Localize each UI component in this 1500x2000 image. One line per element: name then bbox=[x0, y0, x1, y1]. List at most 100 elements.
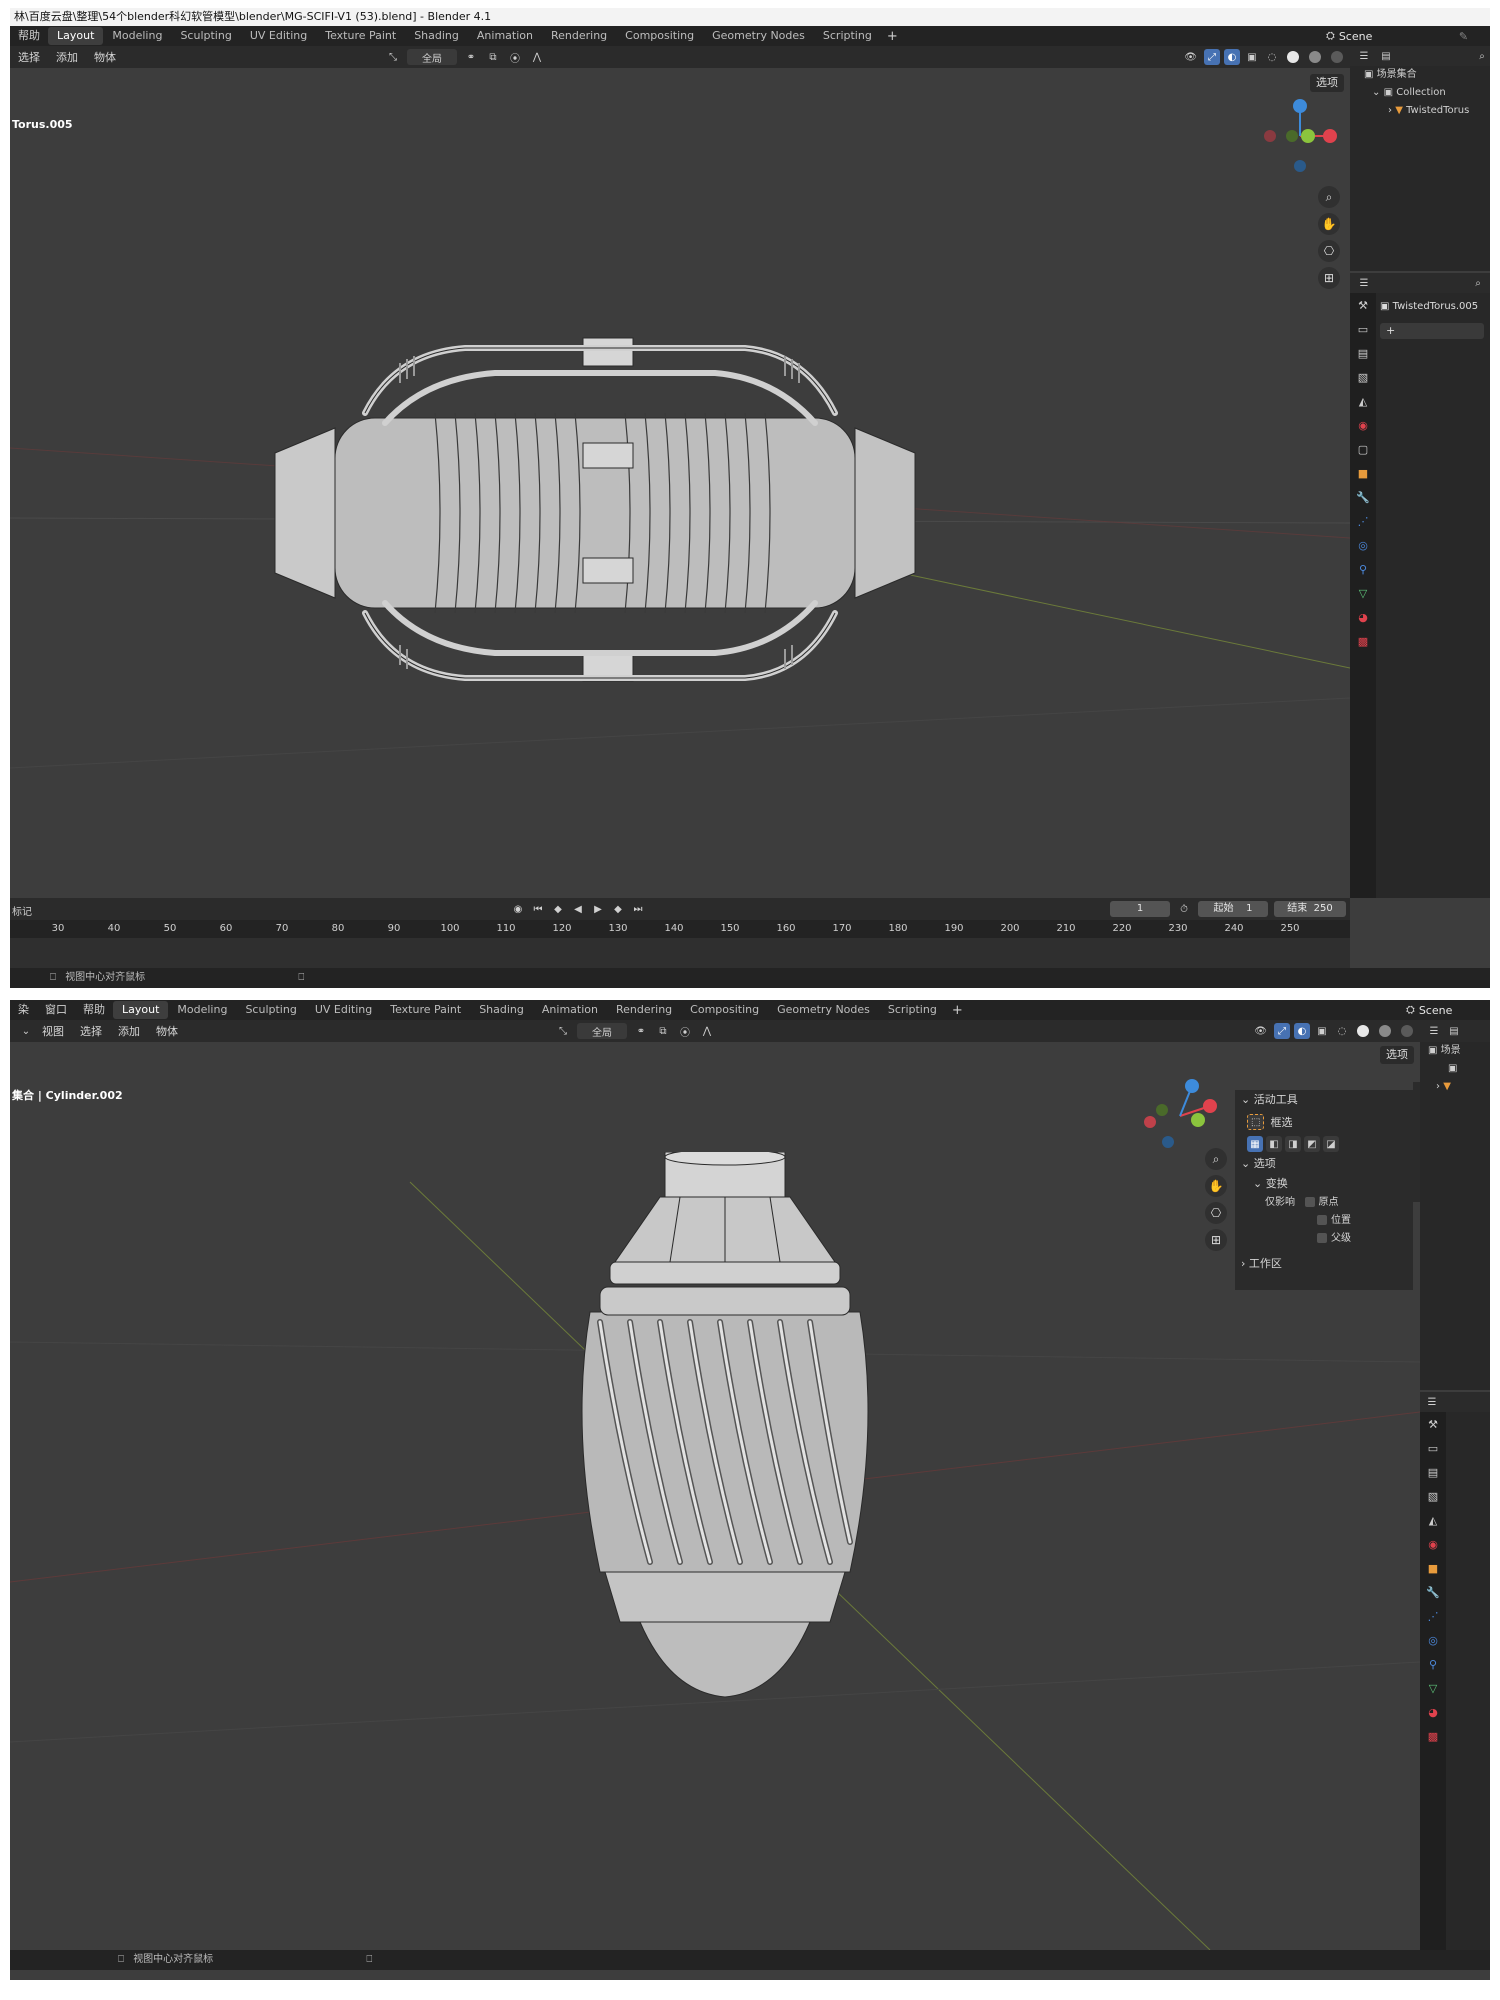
stopwatch-icon[interactable]: ⏱ bbox=[1176, 901, 1192, 917]
tab-geometry-nodes[interactable]: Geometry Nodes bbox=[703, 27, 814, 45]
view-layer-tab-icon[interactable]: ▧ bbox=[1350, 365, 1376, 389]
gizmo-toggle-icon[interactable]: ⤢ bbox=[1204, 49, 1220, 65]
data-tab-icon[interactable]: ▽ bbox=[1350, 581, 1376, 605]
editor-type-icon[interactable]: ☰ bbox=[1356, 48, 1372, 64]
scene-selector-2[interactable]: ⛭ Scene bbox=[1400, 1000, 1490, 1020]
current-frame-field[interactable]: 1 bbox=[1110, 901, 1170, 917]
tool-tab-icon-2[interactable]: ⚒ bbox=[1420, 1412, 1446, 1436]
properties-editor-icon[interactable]: ☰ bbox=[1356, 275, 1372, 291]
locations-checkbox[interactable] bbox=[1317, 1215, 1327, 1225]
physics-tab-icon-2[interactable]: ◎ bbox=[1420, 1628, 1446, 1652]
view-layer-tab-icon-2[interactable]: ▧ bbox=[1420, 1484, 1446, 1508]
physics-tab-icon[interactable]: ◎ bbox=[1350, 533, 1376, 557]
tab-shading[interactable]: Shading bbox=[405, 27, 468, 45]
tab-layout[interactable]: Layout bbox=[48, 27, 104, 45]
proportional-edit-icon-2[interactable]: ⦿ bbox=[677, 1023, 693, 1039]
world-tab-icon[interactable]: ◉ bbox=[1350, 413, 1376, 437]
gizmo-toggle-icon-2[interactable]: ⤢ bbox=[1274, 1023, 1290, 1039]
outliner-search-icon[interactable]: ⌕ bbox=[1474, 48, 1490, 64]
outliner-row-scene-2[interactable]: ▣ 场景 bbox=[1420, 1042, 1490, 1060]
tab-scripting-2[interactable]: Scripting bbox=[879, 1001, 946, 1019]
menu-help-2[interactable]: 帮助 bbox=[75, 1000, 113, 1020]
object-tab-icon-2[interactable]: ■ bbox=[1420, 1556, 1446, 1580]
visibility-icon-2[interactable]: 👁 bbox=[1251, 1023, 1270, 1039]
display-mode-icon-2[interactable]: ▤ bbox=[1446, 1023, 1462, 1039]
data-tab-icon-2[interactable]: ▽ bbox=[1420, 1676, 1446, 1700]
tab-shading-2[interactable]: Shading bbox=[470, 1001, 533, 1019]
material-shading-icon-2[interactable] bbox=[1376, 1023, 1394, 1039]
transform-orientation-select-2[interactable]: 全局 bbox=[577, 1023, 627, 1039]
scene-tab-icon-2[interactable]: ◭ bbox=[1420, 1508, 1446, 1532]
constraints-tab-icon[interactable]: ⚲ bbox=[1350, 557, 1376, 581]
proportional-edit-icon[interactable]: ⦿ bbox=[507, 49, 523, 65]
editor-type-icon-2[interactable]: ☰ bbox=[1426, 1023, 1442, 1039]
object-tab-icon[interactable]: ■ bbox=[1350, 461, 1376, 485]
material-shading-icon[interactable] bbox=[1306, 49, 1324, 65]
texture-tab-icon[interactable]: ▩ bbox=[1350, 629, 1376, 653]
collapse-chevron-icon-2[interactable]: › bbox=[1436, 1081, 1440, 1092]
jump-end-icon[interactable]: ⏭ bbox=[630, 901, 646, 917]
select-intersect-icon[interactable]: ◪ bbox=[1323, 1136, 1339, 1152]
tab-sculpting[interactable]: Sculpting bbox=[171, 27, 240, 45]
menu-add-2[interactable]: 添加 bbox=[110, 1023, 148, 1039]
end-frame-field[interactable]: 结束 250 bbox=[1274, 901, 1346, 917]
options-dropdown-2[interactable]: 选项 bbox=[1380, 1046, 1414, 1064]
outliner-row-collection-2[interactable]: ▣ bbox=[1420, 1060, 1490, 1078]
select-invert-icon[interactable]: ◩ bbox=[1304, 1136, 1320, 1152]
particles-tab-icon-2[interactable]: ⋰ bbox=[1420, 1604, 1446, 1628]
zoom-icon-2[interactable]: ⌕ bbox=[1205, 1148, 1227, 1170]
render-tab-icon-2[interactable]: ▭ bbox=[1420, 1436, 1446, 1460]
3d-viewport-2[interactable]: 集合 | Cylinder.002 选项 ⌕ ✋ ⎔ ⊞ ⌄ 活动工具 ⬚ 框选… bbox=[10, 1042, 1420, 1950]
tab-texture-paint[interactable]: Texture Paint bbox=[316, 27, 405, 45]
camera-view-icon[interactable]: ⎔ bbox=[1318, 240, 1340, 262]
scene-selector[interactable]: ⛭ Scene ✎ bbox=[1320, 26, 1490, 46]
collapse-chevron-icon[interactable]: › bbox=[1388, 105, 1392, 116]
collection-tab-icon[interactable]: ▢ bbox=[1350, 437, 1376, 461]
tab-rendering[interactable]: Rendering bbox=[542, 27, 616, 45]
affect-only-locations[interactable]: 位置 bbox=[1235, 1212, 1413, 1230]
pin-icon[interactable]: ✎ bbox=[1459, 30, 1468, 43]
tool-tab-icon[interactable]: ⚒ bbox=[1350, 293, 1376, 317]
falloff-icon-2[interactable]: ⋀ bbox=[699, 1023, 715, 1039]
expand-chevron-icon[interactable]: ⌄ bbox=[1372, 87, 1380, 98]
options-dropdown[interactable]: 选项 bbox=[1310, 74, 1344, 92]
origins-checkbox[interactable] bbox=[1304, 1197, 1315, 1207]
tab-modeling-2[interactable]: Modeling bbox=[168, 1001, 236, 1019]
solid-shading-icon-2[interactable] bbox=[1354, 1023, 1372, 1039]
snap-icon-2[interactable]: ⧉ bbox=[655, 1023, 671, 1039]
wireframe-shading-icon-2[interactable]: ◌ bbox=[1334, 1023, 1350, 1039]
modifier-tab-icon-2[interactable]: 🔧 bbox=[1420, 1580, 1446, 1604]
start-frame-field[interactable]: 起始 1 bbox=[1198, 901, 1268, 917]
play-icon[interactable]: ▶ bbox=[590, 901, 606, 917]
tab-compositing[interactable]: Compositing bbox=[616, 27, 703, 45]
pivot-icon[interactable]: ⚭ bbox=[463, 49, 479, 65]
select-subtract-icon[interactable]: ◨ bbox=[1285, 1136, 1301, 1152]
xray-icon-2[interactable]: ▣ bbox=[1314, 1023, 1330, 1039]
display-mode-icon[interactable]: ▤ bbox=[1378, 48, 1394, 64]
material-tab-icon[interactable]: ◕ bbox=[1350, 605, 1376, 629]
select-new-icon[interactable]: ▦ bbox=[1247, 1136, 1263, 1152]
snap-icon[interactable]: ⧉ bbox=[485, 49, 501, 65]
menu-window[interactable]: 窗口 bbox=[37, 1000, 75, 1020]
tab-sculpting-2[interactable]: Sculpting bbox=[236, 1001, 305, 1019]
frame-ruler[interactable]: 30 40 50 60 70 80 90 100 110 120 130 140 150 160 170 18… bbox=[10, 920, 1350, 938]
outliner-row-scene-collection[interactable]: ▣ 场景集合 bbox=[1350, 66, 1490, 84]
prev-keyframe-icon[interactable]: ◆ bbox=[550, 901, 566, 917]
overlay-toggle-icon[interactable]: ◐ bbox=[1224, 49, 1240, 65]
play-reverse-icon[interactable]: ◀ bbox=[570, 901, 586, 917]
parents-checkbox[interactable] bbox=[1317, 1233, 1327, 1243]
scene-tab-icon[interactable]: ◭ bbox=[1350, 389, 1376, 413]
select-extend-icon[interactable]: ◧ bbox=[1266, 1136, 1282, 1152]
menu-object-2[interactable]: 物体 bbox=[148, 1023, 186, 1039]
pivot-icon-2[interactable]: ⚭ bbox=[633, 1023, 649, 1039]
menu-add[interactable]: 添加 bbox=[48, 49, 86, 65]
outliner-row-object-2[interactable]: › ▼ bbox=[1420, 1078, 1490, 1096]
transform-orientation-select[interactable]: 全局 bbox=[407, 49, 457, 65]
tab-rendering-2[interactable]: Rendering bbox=[607, 1001, 681, 1019]
menu-select[interactable]: 选择 bbox=[10, 49, 48, 65]
visibility-icon[interactable]: 👁 bbox=[1181, 49, 1200, 65]
add-workspace-button[interactable]: + bbox=[881, 29, 904, 44]
record-icon[interactable]: ◉ bbox=[510, 901, 526, 917]
tab-uv-editing-2[interactable]: UV Editing bbox=[306, 1001, 381, 1019]
falloff-icon[interactable]: ⋀ bbox=[529, 49, 545, 65]
